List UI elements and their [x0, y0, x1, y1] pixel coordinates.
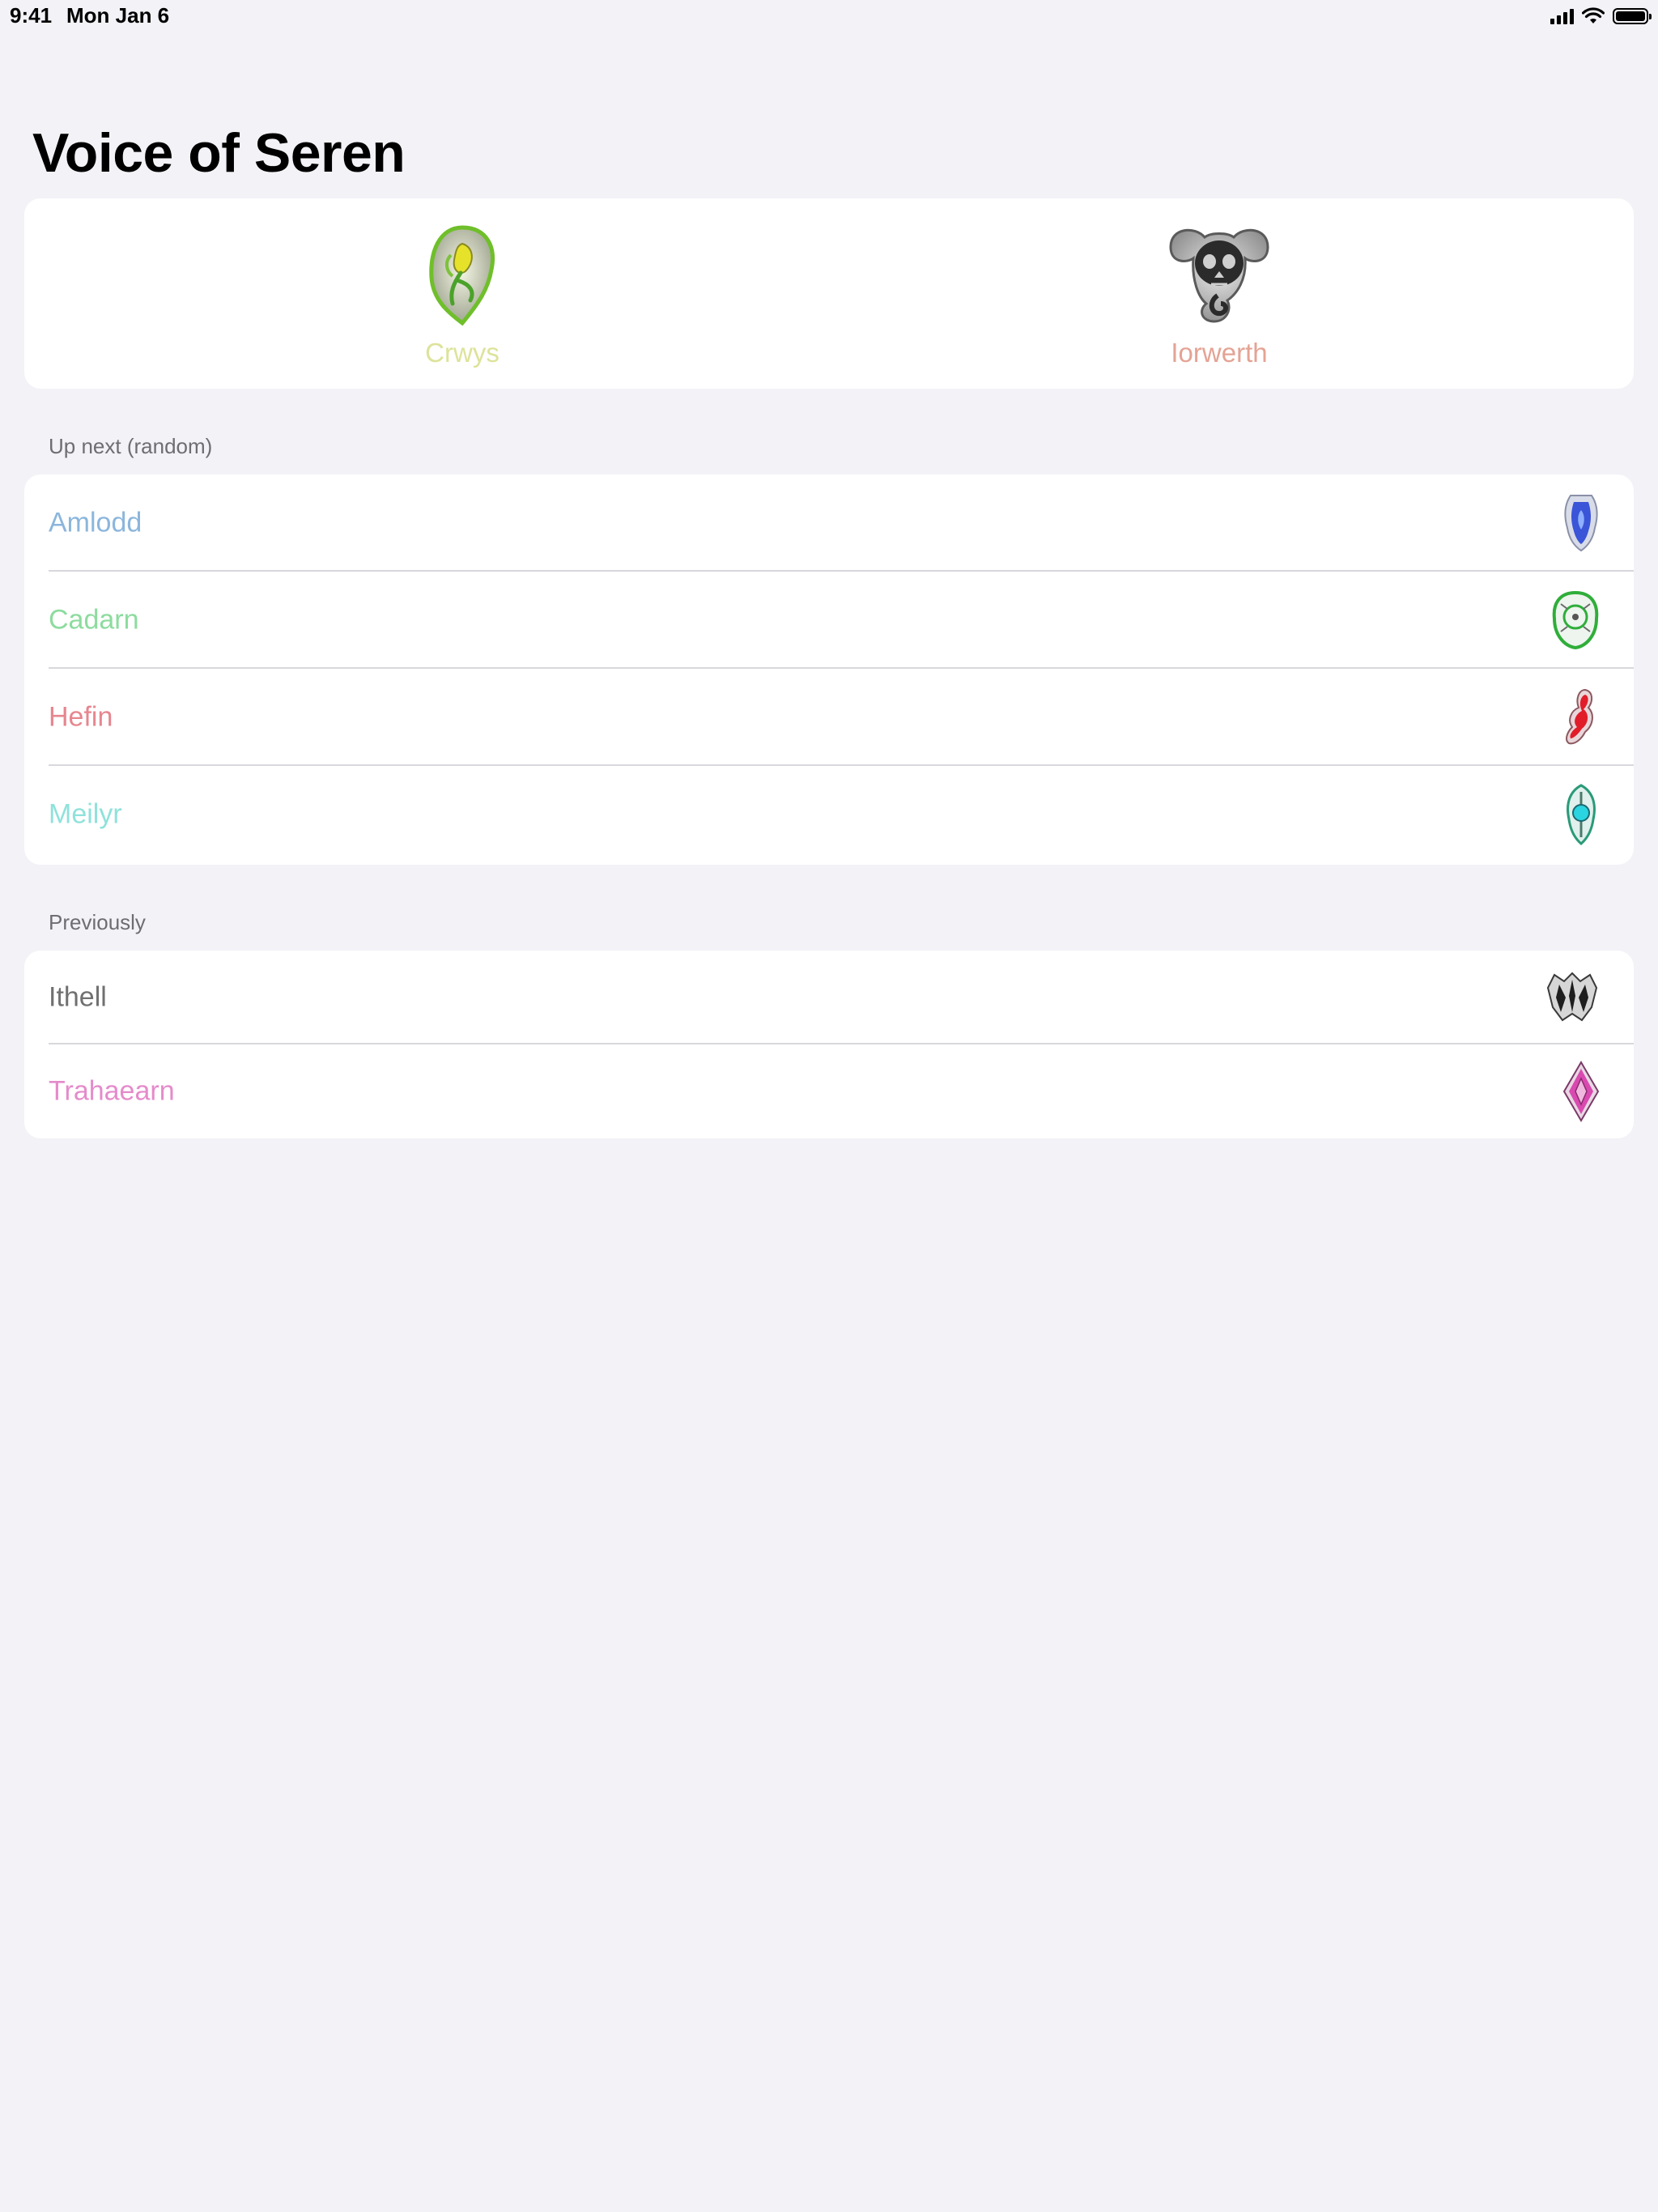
- status-icons: [1550, 6, 1652, 26]
- battery-icon: [1613, 8, 1652, 24]
- amlodd-emblem-icon: [1564, 495, 1598, 552]
- list-item[interactable]: Meilyr: [24, 766, 1634, 863]
- up-next-header: Up next (random): [49, 434, 213, 458]
- current-clans-card: Crwys Iorwerth: [24, 198, 1634, 389]
- page-title: Voice of Seren: [32, 122, 406, 184]
- cadarn-emblem-icon: [1552, 590, 1599, 650]
- clan-name: Ithell: [49, 981, 107, 1013]
- status-bar: 9:41 Mon Jan 6: [0, 0, 1658, 32]
- clan-name: Cadarn: [49, 604, 139, 636]
- ithell-emblem-icon: [1546, 972, 1598, 1022]
- clan-name: Meilyr: [49, 798, 122, 830]
- iorwerth-emblem-icon: [1169, 228, 1269, 323]
- hefin-emblem-icon: [1566, 688, 1593, 745]
- status-time: 9:41: [10, 3, 53, 28]
- trahaearn-emblem-icon: [1562, 1061, 1600, 1122]
- crwys-emblem-icon: [429, 225, 495, 326]
- list-item[interactable]: Cadarn: [24, 572, 1634, 669]
- clan-name: Hefin: [49, 701, 113, 733]
- status-date: Mon Jan 6: [66, 3, 170, 28]
- list-item[interactable]: Ithell: [24, 951, 1634, 1044]
- previously-list: Ithell Trahaearn: [24, 951, 1634, 1138]
- cellular-signal-icon: [1550, 8, 1574, 24]
- current-clan-iorwerth[interactable]: Iorwerth: [1098, 198, 1341, 389]
- clan-name: Trahaearn: [49, 1075, 175, 1107]
- list-item[interactable]: Amlodd: [24, 474, 1634, 572]
- list-item[interactable]: Trahaearn: [24, 1044, 1634, 1138]
- current-clan-name: Iorwerth: [1171, 338, 1268, 368]
- list-item[interactable]: Hefin: [24, 669, 1634, 766]
- up-next-list: Amlodd Cadarn Hefin Meilyr: [24, 474, 1634, 865]
- wifi-icon: [1582, 7, 1605, 23]
- meilyr-emblem-icon: [1567, 784, 1596, 845]
- clan-name: Amlodd: [49, 507, 142, 538]
- current-clan-name: Crwys: [425, 338, 500, 368]
- current-clan-crwys[interactable]: Crwys: [341, 198, 584, 389]
- previously-header: Previously: [49, 910, 146, 934]
